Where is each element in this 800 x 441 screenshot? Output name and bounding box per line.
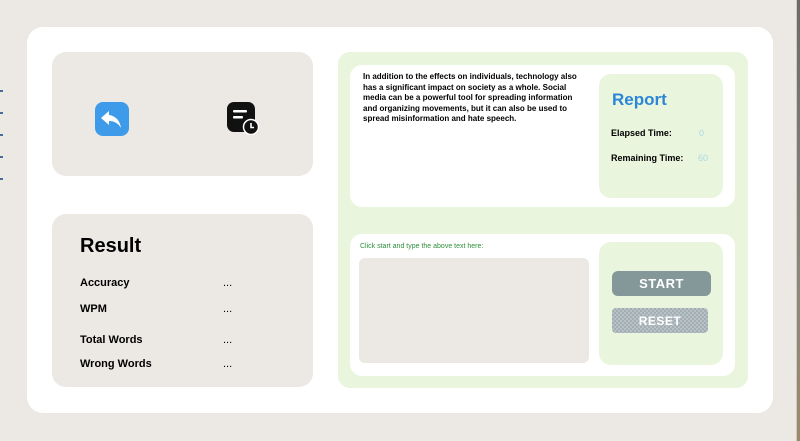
wpm-label: WPM — [80, 303, 107, 315]
total-words-label: Total Words — [80, 334, 143, 346]
wrong-words-value: ... — [223, 358, 233, 370]
result-title: Result — [80, 235, 142, 257]
wpm-value: ... — [223, 303, 233, 315]
history-clock-icon[interactable] — [226, 101, 260, 136]
wrong-words-label: Wrong Words — [80, 358, 152, 370]
accuracy-label: Accuracy — [80, 277, 130, 289]
background-edge — [0, 90, 3, 200]
elapsed-time-value: 0 — [699, 128, 705, 138]
controls-panel — [599, 242, 723, 365]
typing-input[interactable] — [359, 258, 589, 363]
elapsed-time-label: Elapsed Time: — [611, 128, 672, 138]
remaining-time-value: 60 — [698, 153, 709, 163]
typing-prompt: Click start and type the above text here… — [360, 243, 484, 250]
icon-panel — [52, 52, 313, 176]
remaining-time-label: Remaining Time: — [611, 153, 684, 163]
undo-arrow-icon[interactable] — [95, 102, 129, 136]
total-words-value: ... — [223, 334, 233, 346]
passage-text: In addition to the effects on individual… — [363, 72, 577, 123]
start-button[interactable]: START — [612, 271, 711, 296]
app-window: Result Accuracy ... WPM ... Total Words … — [0, 0, 797, 441]
reset-button[interactable]: RESET — [612, 308, 708, 333]
accuracy-value: ... — [223, 277, 233, 289]
report-title: Report — [612, 90, 667, 109]
